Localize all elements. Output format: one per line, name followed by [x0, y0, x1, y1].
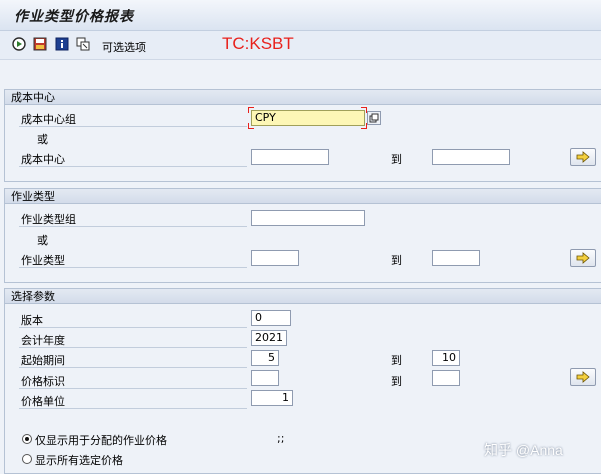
- radio-allocation-prices[interactable]: [22, 434, 32, 444]
- start-period-input[interactable]: 5: [251, 350, 279, 366]
- start-period-label: 起始期间: [21, 354, 65, 367]
- price-indicator-to-label: 到: [391, 375, 402, 388]
- or-label-cost-center: 或: [37, 133, 48, 146]
- price-indicator-multiple-selection-button[interactable]: [570, 368, 596, 386]
- activity-type-group-input[interactable]: [251, 210, 365, 226]
- radio-all-prices[interactable]: [22, 454, 32, 464]
- cost-center-group-header: 成本中心: [5, 90, 601, 105]
- info-icon[interactable]: [55, 37, 69, 51]
- get-variant-icon[interactable]: [76, 37, 90, 51]
- activity-type-to-input[interactable]: [432, 250, 480, 266]
- price-indicator-to-input[interactable]: [432, 370, 460, 386]
- radio-allocation-suffix: ;;: [277, 432, 285, 445]
- price-unit-label: 价格单位: [21, 395, 65, 408]
- execute-icon[interactable]: [12, 37, 26, 51]
- version-label: 版本: [21, 314, 43, 327]
- fiscal-year-label: 会计年度: [21, 334, 65, 347]
- fiscal-year-input[interactable]: 2021: [251, 330, 287, 346]
- cost-center-to-label: 到: [391, 153, 402, 166]
- cost-center-from-input[interactable]: [251, 149, 329, 165]
- price-indicator-label: 价格标识: [21, 375, 65, 388]
- radio-allocation-prices-label[interactable]: 仅显示用于分配的作业价格: [35, 432, 167, 448]
- multiple-selection-icon: [369, 113, 379, 123]
- save-variant-icon[interactable]: [33, 37, 47, 51]
- activity-type-multiple-selection-button[interactable]: [570, 249, 596, 267]
- transaction-code-annotation: TC:KSBT: [222, 34, 294, 53]
- period-to-label: 到: [391, 354, 402, 367]
- cost-center-multiple-selection-button[interactable]: [570, 148, 596, 166]
- activity-type-label: 作业类型: [21, 254, 65, 267]
- cost-center-group-label: 成本中心组: [21, 113, 76, 126]
- end-period-input[interactable]: 10: [432, 350, 460, 366]
- selection-parameters-header: 选择参数: [5, 289, 601, 304]
- arrow-right-icon: [576, 371, 590, 383]
- optional-selections-button[interactable]: 可选选项: [102, 39, 146, 55]
- arrow-right-icon: [576, 252, 590, 264]
- activity-type-group-label: 作业类型组: [21, 213, 76, 226]
- cost-center-to-input[interactable]: [432, 149, 510, 165]
- version-input[interactable]: 0: [251, 310, 291, 326]
- activity-type-group: 作业类型 作业类型组 或 作业类型 到: [4, 188, 601, 283]
- cost-center-group: 成本中心 成本中心组 CPY 或 成本中心 到: [4, 89, 601, 182]
- cost-center-group-input[interactable]: CPY: [251, 110, 365, 126]
- activity-type-group-header: 作业类型: [5, 189, 601, 204]
- title-bar: 作业类型价格报表: [0, 0, 601, 31]
- watermark: 知乎 @Anna: [484, 442, 563, 458]
- activity-type-from-input[interactable]: [251, 250, 299, 266]
- cost-center-label: 成本中心: [21, 153, 65, 166]
- price-indicator-input[interactable]: [251, 370, 279, 386]
- price-unit-input[interactable]: 1: [251, 390, 293, 406]
- multiple-selection-button[interactable]: [367, 111, 381, 125]
- arrow-right-icon: [576, 151, 590, 163]
- activity-type-to-label: 到: [391, 254, 402, 267]
- page-title: 作业类型价格报表: [14, 9, 134, 25]
- or-label-activity-type: 或: [37, 234, 48, 247]
- application-toolbar: 可选选项 TC:KSBT: [0, 31, 601, 60]
- radio-all-prices-label[interactable]: 显示所有选定价格: [35, 452, 123, 468]
